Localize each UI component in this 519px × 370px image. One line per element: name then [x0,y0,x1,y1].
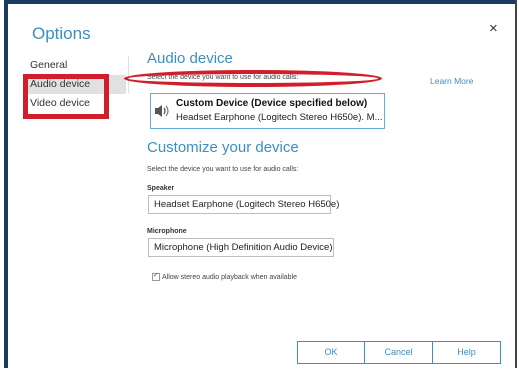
customize-device-heading: Customize your device [147,139,299,156]
audio-device-selector[interactable]: Custom Device (Device specified below) H… [150,93,385,129]
window-left-border [4,0,8,368]
headset-speaker-icon [154,103,172,119]
ok-button[interactable]: OK [297,341,365,364]
options-dialog: Options × General Audio device Video dev… [4,0,517,368]
dialog-title: Options [32,24,91,43]
highlight-ellipse-annotation [124,70,382,87]
window-top-border [4,0,517,4]
cancel-button[interactable]: Cancel [364,341,433,364]
device-name: Custom Device (Device specified below) [176,98,368,109]
stereo-playback-label: Allow stereo audio playback when availab… [162,273,298,281]
speaker-select[interactable]: Headset Earphone (Logitech Stereo H650e) [148,195,339,214]
audio-device-heading: Audio device [147,50,233,67]
window-right-border [515,0,517,368]
help-button[interactable]: Help [432,341,501,364]
stereo-playback-checkbox[interactable] [152,271,160,281]
microphone-label: Microphone [147,228,187,235]
dialog-buttons: OK Cancel Help [297,341,501,364]
highlight-box-annotation [23,74,109,119]
customize-device-hint: Select the device you want to use for au… [147,166,299,173]
stereo-playback-option[interactable]: Allow stereo audio playback when availab… [152,271,298,281]
close-icon[interactable]: × [489,20,498,37]
learn-more-link[interactable]: Learn More [430,76,473,86]
device-detail: Headset Earphone (Logitech Stereo H650e)… [176,112,383,123]
microphone-select[interactable]: Microphone (High Definition Audio Device… [148,238,334,257]
nav-item-general[interactable]: General [26,56,126,75]
speaker-label: Speaker [147,185,175,192]
nav-divider [128,56,129,93]
